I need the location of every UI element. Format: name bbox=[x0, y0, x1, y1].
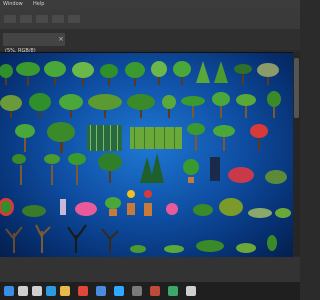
conifer-sprite bbox=[140, 153, 164, 183]
tree-sprite bbox=[257, 63, 279, 85]
palm-sprite bbox=[236, 94, 256, 118]
shrub-sprite bbox=[130, 245, 146, 253]
close-tab-icon[interactable]: × bbox=[58, 35, 64, 43]
tree-sprite bbox=[162, 95, 176, 118]
dead-tree-sprite bbox=[67, 224, 87, 253]
palm-sprite bbox=[12, 154, 26, 185]
palm-sprite bbox=[15, 124, 35, 152]
dead-tree-sprite bbox=[101, 228, 119, 253]
menu-help[interactable]: Help bbox=[33, 1, 44, 7]
potted-palm-sprite bbox=[183, 159, 199, 183]
palm-sprite bbox=[44, 154, 60, 185]
tree-sprite bbox=[214, 61, 228, 83]
tree-sprite bbox=[234, 64, 252, 85]
store-icon[interactable] bbox=[96, 286, 106, 296]
flower-sprite bbox=[166, 203, 178, 215]
flower-sprite bbox=[267, 235, 277, 251]
status-bar bbox=[0, 257, 300, 282]
dead-tree-sprite bbox=[35, 224, 51, 253]
tree-sprite bbox=[72, 62, 94, 86]
tool-option-5[interactable] bbox=[68, 15, 80, 23]
windows-start-icon[interactable] bbox=[4, 286, 14, 296]
palm-sprite bbox=[187, 123, 205, 151]
bamboo-sprite bbox=[130, 127, 182, 149]
plant-sprite-sheet bbox=[0, 61, 291, 253]
shrub-sprite bbox=[193, 204, 213, 216]
shrub-sprite bbox=[219, 198, 243, 216]
task-view-icon[interactable] bbox=[32, 286, 42, 296]
document-tab[interactable] bbox=[3, 33, 65, 46]
options-toolbar bbox=[0, 9, 300, 30]
flower-sprite bbox=[60, 199, 66, 215]
shrub-sprite bbox=[164, 245, 184, 253]
tree-sprite bbox=[127, 94, 155, 118]
tree-sprite bbox=[47, 122, 75, 153]
search-icon[interactable] bbox=[18, 286, 28, 296]
tree-sprite bbox=[173, 61, 191, 85]
shrub-sprite bbox=[22, 205, 46, 217]
scrollbar-thumb[interactable] bbox=[294, 58, 299, 118]
tree-sprite bbox=[151, 61, 167, 85]
menu-window[interactable]: Window bbox=[3, 1, 23, 7]
tree-sprite bbox=[98, 153, 122, 183]
tree-sprite bbox=[0, 95, 22, 118]
dead-tree-sprite bbox=[5, 226, 23, 253]
tree-sprite bbox=[0, 64, 13, 85]
shrub-sprite bbox=[228, 167, 254, 183]
file-explorer-icon[interactable] bbox=[60, 286, 70, 296]
palm-sprite bbox=[181, 96, 205, 118]
tool-option-3[interactable] bbox=[36, 15, 48, 23]
tree-sprite bbox=[59, 94, 83, 118]
palm-sprite bbox=[213, 125, 235, 151]
edge-browser-icon[interactable] bbox=[46, 286, 56, 296]
tree-sprite bbox=[88, 94, 122, 118]
tree-sprite bbox=[29, 93, 51, 118]
grass-sprite bbox=[248, 208, 272, 218]
tool-option-4[interactable] bbox=[52, 15, 64, 23]
app-icon-a[interactable] bbox=[132, 286, 142, 296]
tool-option-2[interactable] bbox=[20, 15, 32, 23]
palm-sprite bbox=[68, 153, 86, 185]
flower-bush-sprite bbox=[75, 202, 97, 216]
tool-option-1[interactable] bbox=[4, 15, 16, 23]
tree-sprite bbox=[16, 62, 40, 86]
tree-sprite bbox=[100, 64, 118, 86]
document-canvas[interactable] bbox=[0, 52, 293, 258]
shrub-sprite bbox=[196, 240, 224, 252]
app-icon-d[interactable] bbox=[186, 286, 196, 296]
flower-sprite bbox=[144, 190, 152, 216]
document-tabs: × bbox=[0, 29, 300, 50]
flower-sprite bbox=[127, 190, 135, 215]
app-icon-c[interactable] bbox=[168, 286, 178, 296]
palm-sprite bbox=[212, 92, 230, 118]
shrub-sprite bbox=[210, 157, 220, 181]
app-icon-b[interactable] bbox=[150, 286, 160, 296]
vertical-scrollbar[interactable] bbox=[293, 52, 300, 256]
tree-sprite bbox=[125, 62, 145, 86]
shrub-sprite bbox=[265, 170, 287, 184]
bamboo-sprite bbox=[87, 125, 122, 151]
windows-taskbar bbox=[0, 282, 300, 300]
flowering-tree-sprite bbox=[250, 124, 268, 151]
menu-bar: Window Help bbox=[0, 0, 300, 9]
tree-sprite bbox=[196, 61, 210, 83]
tree-sprite bbox=[44, 61, 66, 85]
grass-sprite bbox=[275, 208, 291, 218]
flower-bush-sprite bbox=[0, 198, 14, 216]
photoshop-icon[interactable] bbox=[114, 286, 124, 296]
potted-plant-sprite bbox=[105, 197, 121, 216]
chrome-browser-icon[interactable] bbox=[78, 286, 88, 296]
shrub-sprite bbox=[236, 243, 256, 253]
palm-sprite bbox=[267, 91, 281, 118]
